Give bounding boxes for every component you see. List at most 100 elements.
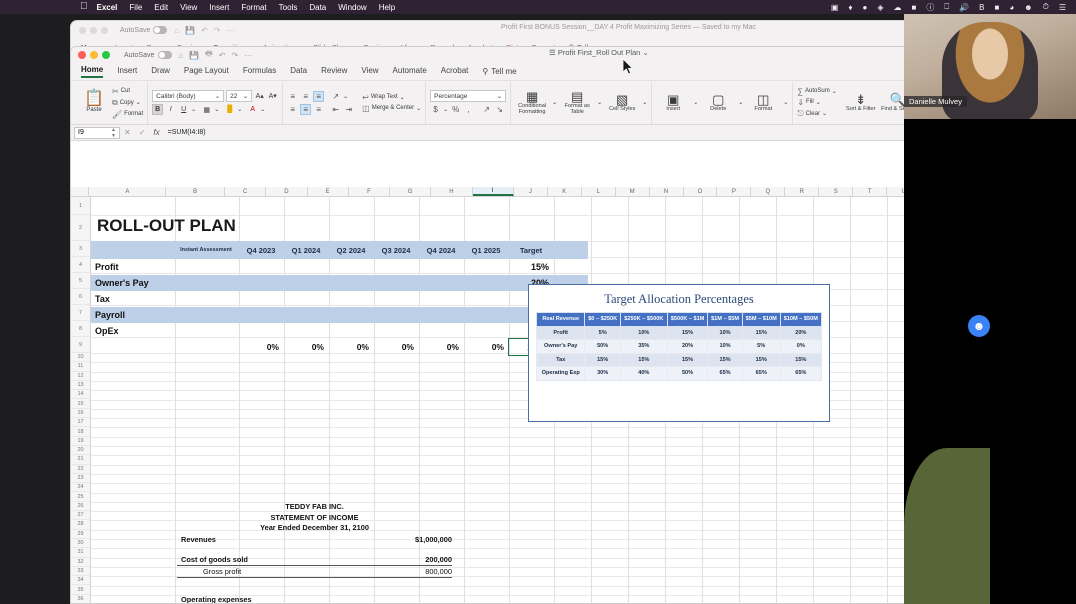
increase-decimal-icon[interactable]: ↗: [481, 104, 492, 115]
emoji-reaction-icon[interactable]: ☻: [968, 315, 990, 337]
undo-icon[interactable]: ↶: [219, 51, 226, 60]
column-header-f[interactable]: F: [349, 187, 391, 196]
row-header-20[interactable]: 20: [71, 446, 90, 456]
chevron-down-icon[interactable]: ⌄: [642, 99, 647, 106]
undo-icon[interactable]: ↶: [201, 26, 208, 35]
total-q1-2025[interactable]: 0%: [464, 339, 508, 355]
align-left-icon[interactable]: ≡: [287, 104, 298, 115]
borders-icon[interactable]: ▦: [201, 104, 212, 115]
dropbox-icon[interactable]: ♦: [848, 3, 852, 12]
total-q1-2024[interactable]: 0%: [284, 339, 328, 355]
chevron-down-icon[interactable]: ⌄: [237, 106, 242, 113]
column-header-t[interactable]: T: [853, 187, 888, 196]
chevron-down-icon[interactable]: ⌄: [693, 99, 698, 106]
cell-styles-button[interactable]: ▧ Cell Styles: [605, 93, 639, 112]
number-format-select[interactable]: Percentage ⌄: [430, 90, 507, 102]
formula-input[interactable]: =SUM(I4:I8): [164, 129, 986, 136]
menu-item-insert[interactable]: Insert: [209, 3, 229, 12]
increase-font-size-button[interactable]: A ▴: [254, 91, 265, 102]
font-size-select[interactable]: 22 ⌄: [226, 90, 253, 102]
chevron-down-icon[interactable]: ⌄: [136, 99, 141, 106]
menu-item-help[interactable]: Help: [379, 3, 395, 12]
info-icon[interactable]: ⓘ: [926, 2, 934, 13]
chevron-down-icon[interactable]: ⌄: [822, 110, 827, 117]
chevron-down-icon[interactable]: ⌄: [416, 105, 421, 112]
sheet-title-cell[interactable]: ROLL-OUT PLAN: [97, 215, 236, 237]
row-header-31[interactable]: 31: [71, 548, 90, 558]
column-header-o[interactable]: O: [684, 187, 718, 196]
cancel-icon[interactable]: ✕: [124, 128, 131, 137]
underline-button[interactable]: U: [178, 104, 189, 115]
menu-item-edit[interactable]: Edit: [154, 3, 168, 12]
sort-filter-button[interactable]: ⇟ Sort & Filter: [844, 93, 878, 112]
comma-style-icon[interactable]: ,: [463, 104, 474, 115]
excel-tab-page-layout[interactable]: Page Layout: [184, 66, 229, 77]
chevron-down-icon[interactable]: ⌄: [738, 99, 743, 106]
save-icon[interactable]: 💾: [185, 26, 195, 35]
wifi-icon[interactable]: ◕: [1009, 3, 1014, 12]
print-icon[interactable]: 🖶: [205, 48, 213, 62]
excel-document-title[interactable]: ☰ Profit First_Roll Out Plan ⌄: [549, 48, 649, 57]
menu-item-excel[interactable]: Excel: [97, 3, 118, 12]
total-q4-2023[interactable]: 0%: [239, 339, 283, 355]
row-header-27[interactable]: 27: [71, 511, 90, 521]
chevron-down-icon[interactable]: ⌄: [832, 88, 837, 95]
column-header-e[interactable]: E: [308, 187, 349, 196]
ppt-minimize-button[interactable]: [90, 26, 97, 34]
excel-autosave-toggle[interactable]: [158, 51, 173, 59]
chevron-down-icon[interactable]: ⌄: [552, 99, 557, 106]
excel-tab-automate[interactable]: Automate: [393, 66, 427, 77]
column-header-n[interactable]: N: [650, 187, 684, 196]
bluetooth-icon[interactable]: B: [979, 3, 984, 12]
chevron-down-icon[interactable]: ⌄: [783, 99, 788, 106]
app-icon[interactable]: ●: [863, 3, 868, 12]
ppt-maximize-button[interactable]: [101, 26, 108, 34]
row-header-1[interactable]: 1: [71, 197, 90, 215]
row-header-14[interactable]: 14: [71, 390, 90, 400]
name-box[interactable]: I9 ▲ ▼: [74, 126, 120, 139]
format-as-table-button[interactable]: ▤ Format as Table: [560, 90, 594, 115]
row-header-11[interactable]: 11: [71, 362, 90, 372]
chevron-down-icon[interactable]: ⌄: [191, 106, 196, 113]
menu-item-format[interactable]: Format: [241, 3, 266, 12]
insert-cells-button[interactable]: ▣ Insert: [656, 93, 690, 112]
clear-button[interactable]: ⎋ Clear ⌄: [797, 109, 836, 119]
copy-button[interactable]: ⧉ Copy ⌄: [112, 98, 143, 108]
wrap-text-button[interactable]: ↩ Wrap Text ⌄: [362, 93, 421, 102]
menu-item-tools[interactable]: Tools: [279, 3, 298, 12]
battery-icon[interactable]: ■: [994, 3, 999, 12]
autosum-button[interactable]: ∑ AutoSum ⌄: [797, 87, 836, 96]
clock-icon[interactable]: ⏱: [1043, 2, 1049, 12]
align-bottom-icon[interactable]: ≡: [313, 90, 325, 102]
row-header-36[interactable]: 36: [71, 595, 90, 603]
align-top-icon[interactable]: ≡: [287, 91, 298, 102]
column-header-p[interactable]: P: [717, 187, 752, 196]
row-label-profit[interactable]: Profit: [95, 259, 119, 275]
excel-tab-home[interactable]: Home: [81, 65, 104, 78]
menu-item-data[interactable]: Data: [309, 3, 326, 12]
fx-icon[interactable]: fx: [153, 128, 159, 137]
italic-button[interactable]: I: [165, 104, 176, 115]
apple-menu-icon[interactable]: : [80, 2, 88, 12]
row-header-5[interactable]: 5: [71, 273, 90, 289]
row-header-19[interactable]: 19: [71, 437, 90, 446]
row-header-25[interactable]: 25: [71, 492, 90, 502]
delete-cells-button[interactable]: ▢ Delete: [701, 93, 735, 112]
name-box-stepper-icon[interactable]: ▲ ▼: [111, 127, 116, 139]
user-icon[interactable]: ☻: [1024, 3, 1032, 12]
row-header-12[interactable]: 12: [71, 372, 90, 381]
excel-tab-formulas[interactable]: Formulas: [243, 66, 276, 77]
row-header-4[interactable]: 4: [71, 257, 90, 273]
row-label-opex[interactable]: OpEx: [95, 323, 119, 339]
row-header-3[interactable]: 3: [71, 241, 90, 257]
excel-tab-acrobat[interactable]: Acrobat: [441, 66, 469, 77]
currency-icon[interactable]: $: [430, 104, 441, 115]
row-header-8[interactable]: 8: [71, 321, 90, 337]
cut-button[interactable]: ✂ Cut: [112, 87, 143, 96]
chevron-down-icon[interactable]: ⌄: [400, 94, 405, 101]
increase-indent-icon[interactable]: ⇥: [343, 104, 354, 115]
column-header-c[interactable]: C: [225, 187, 267, 196]
confirm-icon[interactable]: ✓: [139, 128, 146, 137]
row-header-7[interactable]: 7: [71, 305, 90, 321]
display-mirror-icon[interactable]: ⎕: [944, 2, 949, 12]
